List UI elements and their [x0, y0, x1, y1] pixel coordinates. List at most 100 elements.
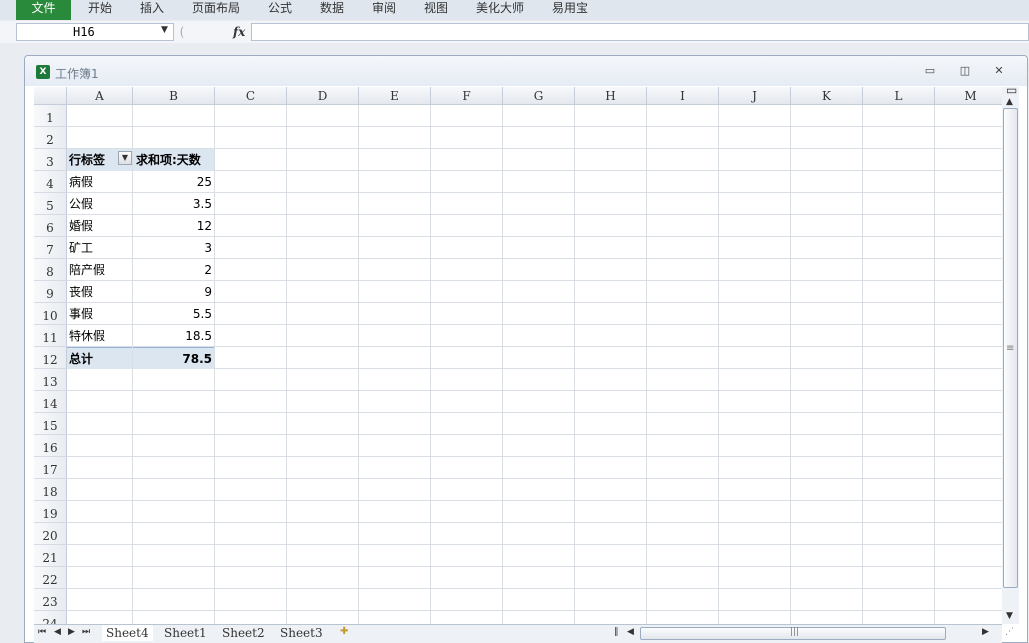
column-header-d[interactable]: D [287, 87, 359, 105]
pivot-value-header[interactable]: 求和项:天数 [133, 149, 214, 171]
pivot-filter-dropdown-icon[interactable]: ▼ [118, 151, 132, 165]
name-box-value: H16 [73, 25, 95, 39]
row-header[interactable]: 3 [34, 149, 67, 171]
column-header-g[interactable]: G [503, 87, 575, 105]
ribbon-tab-insert[interactable]: 插入 [140, 0, 164, 20]
pivot-row-value[interactable]: 3 [133, 237, 214, 259]
split-handle-icon[interactable]: ‖ [614, 627, 619, 637]
select-all-corner[interactable] [34, 87, 67, 105]
pivot-row-label[interactable]: 事假 [67, 303, 132, 325]
pivot-row-label[interactable]: 特休假 [67, 325, 132, 347]
column-header-k[interactable]: K [791, 87, 863, 105]
pivot-row-label[interactable]: 矿工 [67, 237, 132, 259]
formula-bar-splitter-icon[interactable]: ( [175, 24, 189, 40]
column-header-m[interactable]: M [935, 87, 1002, 105]
column-header-l[interactable]: L [863, 87, 935, 105]
pivot-row-label[interactable]: 病假 [67, 171, 132, 193]
row-header[interactable]: 15 [34, 413, 67, 435]
column-header-b[interactable]: B [133, 87, 215, 105]
scroll-up-icon[interactable]: ▲ [1006, 97, 1013, 107]
column-header-f[interactable]: F [431, 87, 503, 105]
pivot-row-label[interactable]: 公假 [67, 193, 132, 215]
pivot-row-value[interactable]: 2 [133, 259, 214, 281]
row-header[interactable]: 20 [34, 523, 67, 545]
row-header[interactable]: 11 [34, 325, 67, 347]
row-header[interactable]: 2 [34, 127, 67, 149]
next-sheet-icon[interactable]: ▶ [68, 627, 75, 637]
sheet-tab-sheet3[interactable]: Sheet3 [276, 625, 327, 641]
pivot-row-label[interactable]: 陪产假 [67, 259, 132, 281]
ribbon-tab-data[interactable]: 数据 [320, 0, 344, 20]
insert-sheet-icon[interactable]: ✚ [340, 626, 354, 638]
gridline [67, 412, 1002, 413]
row-header[interactable]: 4 [34, 171, 67, 193]
row-header[interactable]: 8 [34, 259, 67, 281]
sheet-tab-sheet4[interactable]: Sheet4 [102, 625, 153, 641]
pivot-row-value[interactable]: 3.5 [133, 193, 214, 215]
name-box[interactable] [16, 23, 174, 41]
row-header[interactable]: 23 [34, 589, 67, 611]
function-icon[interactable]: fx [233, 25, 245, 39]
row-header[interactable]: 22 [34, 567, 67, 589]
row-header[interactable]: 18 [34, 479, 67, 501]
resize-grip-icon[interactable]: ⋰ [1005, 627, 1014, 637]
prev-sheet-icon[interactable]: ◀ [54, 627, 61, 637]
column-header-h[interactable]: H [575, 87, 647, 105]
row-header[interactable]: 16 [34, 435, 67, 457]
chevron-down-icon[interactable]: ▼ [161, 25, 168, 35]
row-header[interactable]: 5 [34, 193, 67, 215]
row-header[interactable]: 6 [34, 215, 67, 237]
pivot-row-value[interactable]: 12 [133, 215, 214, 237]
pivot-row-label[interactable]: 婚假 [67, 215, 132, 237]
gridline [67, 456, 1002, 457]
pivot-row-value[interactable]: 25 [133, 171, 214, 193]
gridline [934, 105, 935, 624]
column-header-e[interactable]: E [359, 87, 431, 105]
restore-icon[interactable]: ◫ [957, 64, 973, 78]
pivot-row-label[interactable]: 丧假 [67, 281, 132, 303]
ribbon-tab-review[interactable]: 审阅 [372, 0, 396, 20]
row-header[interactable]: 7 [34, 237, 67, 259]
ribbon-tab-easy-tools[interactable]: 易用宝 [552, 0, 588, 20]
column-header-j[interactable]: J [719, 87, 791, 105]
pivot-row-value[interactable]: 9 [133, 281, 214, 303]
ribbon-tab-file[interactable]: 文件 [16, 0, 71, 20]
pivot-row-value[interactable]: 5.5 [133, 303, 214, 325]
row-header[interactable]: 19 [34, 501, 67, 523]
row-header[interactable]: 9 [34, 281, 67, 303]
pivot-row-value[interactable]: 18.5 [133, 325, 214, 347]
row-header[interactable]: 21 [34, 545, 67, 567]
formula-input[interactable] [251, 23, 1029, 41]
row-header[interactable]: 10 [34, 303, 67, 325]
scroll-left-icon[interactable]: ◀ [627, 627, 634, 637]
column-header-i[interactable]: I [647, 87, 719, 105]
row-header[interactable]: 24 [34, 611, 67, 624]
row-header[interactable]: 1 [34, 105, 67, 127]
minimize-icon[interactable]: ▭ [922, 64, 938, 78]
split-box-icon[interactable]: ▭ [1006, 83, 1017, 97]
gridline [67, 390, 1002, 391]
scroll-right-icon[interactable]: ▶ [982, 627, 989, 637]
row-header[interactable]: 13 [34, 369, 67, 391]
ribbon-tab-home[interactable]: 开始 [88, 0, 112, 20]
worksheet-grid[interactable]: A B C D E F G H I J K L M 1 2 3 4 5 6 7 … [34, 87, 1002, 624]
column-header-a[interactable]: A [67, 87, 133, 105]
ribbon-tab-page-layout[interactable]: 页面布局 [192, 0, 240, 20]
ribbon-tab-beautify[interactable]: 美化大师 [476, 0, 524, 20]
gridline [67, 566, 1002, 567]
gridline [67, 500, 1002, 501]
sheet-tab-sheet1[interactable]: Sheet1 [160, 625, 211, 641]
pivot-total-label[interactable]: 总计 [67, 347, 132, 369]
row-header[interactable]: 14 [34, 391, 67, 413]
row-header[interactable]: 12 [34, 347, 67, 369]
ribbon-tab-view[interactable]: 视图 [424, 0, 448, 20]
scroll-down-icon[interactable]: ▼ [1006, 611, 1013, 621]
sheet-tab-sheet2[interactable]: Sheet2 [218, 625, 269, 641]
last-sheet-icon[interactable]: ⏭ [82, 627, 90, 637]
pivot-total-value[interactable]: 78.5 [133, 347, 214, 369]
ribbon-tab-formulas[interactable]: 公式 [268, 0, 292, 20]
row-header[interactable]: 17 [34, 457, 67, 479]
close-icon[interactable]: ✕ [991, 64, 1007, 78]
column-header-c[interactable]: C [215, 87, 287, 105]
first-sheet-icon[interactable]: ⏮ [38, 627, 46, 637]
